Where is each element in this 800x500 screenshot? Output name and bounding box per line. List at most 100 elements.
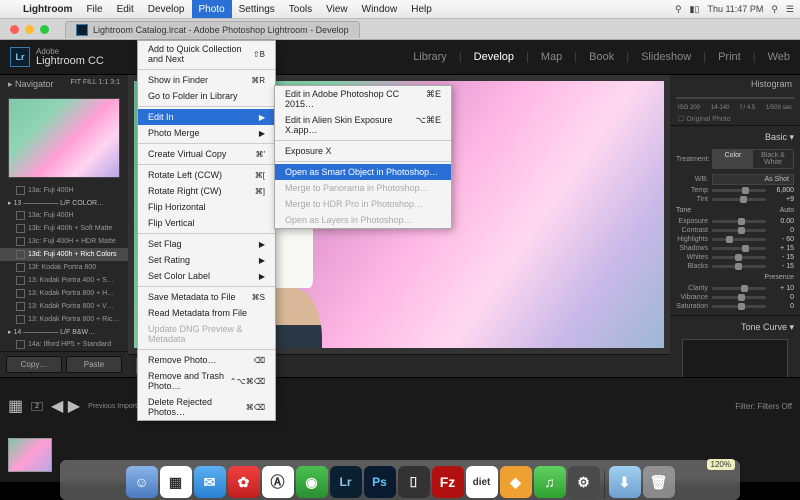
module-print[interactable]: Print	[718, 51, 741, 63]
preset-item[interactable]: ▸ 14 ————— L/F B&W…	[0, 326, 128, 338]
dock-mail[interactable]: ✉	[194, 466, 226, 498]
preset-item[interactable]: 13c: Fuji 400H + HDR Matte	[0, 235, 128, 248]
shadows-slider[interactable]	[712, 247, 766, 250]
second-window-icon[interactable]: 2	[31, 402, 43, 411]
grid-icon[interactable]: ▦	[8, 396, 23, 416]
whites-slider[interactable]	[712, 256, 766, 259]
module-book[interactable]: Book	[589, 51, 614, 63]
dock-finder[interactable]: ☺	[126, 466, 158, 498]
menu-item[interactable]: Add to Quick Collection and Next⇧B	[138, 41, 275, 67]
wb-dropdown[interactable]: As Shot	[712, 174, 794, 185]
preset-item[interactable]: 13b: Fuji 400h + Soft Matte	[0, 222, 128, 235]
notification-icon[interactable]: ☰	[786, 4, 794, 15]
auto-tone-button[interactable]: Auto	[780, 207, 794, 214]
navigator-preview[interactable]	[8, 98, 120, 178]
menu-item[interactable]: Flip Vertical	[138, 215, 275, 231]
dock-messages[interactable]: ◉	[296, 466, 328, 498]
dock-diet[interactable]: diet	[466, 466, 498, 498]
dock-lightroom[interactable]: Lr	[330, 466, 362, 498]
preset-item[interactable]: 13f: Kodak Portra 800	[0, 261, 128, 274]
module-web[interactable]: Web	[768, 51, 790, 63]
menu-item[interactable]: Remove Photo…⌫	[138, 352, 275, 368]
module-map[interactable]: Map	[541, 51, 562, 63]
menu-window[interactable]: Window	[355, 0, 405, 18]
menu-item[interactable]: Create Virtual Copy⌘'	[138, 146, 275, 162]
preset-item[interactable]: 13a: Fuji 400H	[0, 209, 128, 222]
menu-item[interactable]: Flip Horizontal	[138, 199, 275, 215]
tint-slider[interactable]	[712, 198, 766, 201]
treatment-bw[interactable]: Black & White	[753, 150, 793, 168]
dock-photoshop[interactable]: Ps	[364, 466, 396, 498]
tonecurve-title[interactable]: Tone Curve ▾	[676, 320, 794, 335]
dock-appstore[interactable]: Ⓐ	[262, 466, 294, 498]
blacks-slider[interactable]	[712, 265, 766, 268]
module-slideshow[interactable]: Slideshow	[641, 51, 691, 63]
dock-downloads[interactable]: ⬇	[609, 466, 641, 498]
preset-item[interactable]: 13: Kodak Portra 800 + V…	[0, 300, 128, 313]
histogram[interactable]	[676, 97, 794, 99]
menu-item[interactable]: Set Color Label▶	[138, 268, 275, 284]
copy-button[interactable]: Copy…	[6, 356, 62, 373]
module-develop[interactable]: Develop	[474, 51, 514, 63]
menu-develop[interactable]: Develop	[141, 0, 192, 18]
menu-item[interactable]: Rotate Right (CW)⌘]	[138, 183, 275, 199]
submenu-item[interactable]: Exposure X	[275, 143, 451, 159]
menu-item[interactable]: Save Metadata to File⌘S	[138, 289, 275, 305]
paste-button[interactable]: Paste	[66, 356, 122, 373]
preset-item[interactable]: 13: Kodak Portra 400 + S…	[0, 274, 128, 287]
basic-panel-title[interactable]: Basic ▾	[676, 130, 794, 145]
menu-item[interactable]: Set Rating▶	[138, 252, 275, 268]
clarity-slider[interactable]	[712, 287, 766, 290]
submenu-item[interactable]: Edit in Alien Skin Exposure X.app…⌥⌘E	[275, 112, 451, 138]
app-menu[interactable]: Lightroom	[16, 0, 79, 18]
preset-item[interactable]: ▸ 13 ————— L/F COLOR…	[0, 197, 128, 209]
menu-item[interactable]: Show in Finder⌘R	[138, 72, 275, 88]
menu-view[interactable]: View	[319, 0, 355, 18]
contrast-slider[interactable]	[712, 229, 766, 232]
preset-item[interactable]: 13d: Fuji 400h + Rich Colors	[0, 248, 128, 261]
menu-item[interactable]: Go to Folder in Library	[138, 88, 275, 104]
menu-help[interactable]: Help	[404, 0, 439, 18]
dock-filezilla[interactable]: Fz	[432, 466, 464, 498]
dock-trash[interactable]: 🗑	[643, 466, 675, 498]
minimize-button[interactable]	[25, 25, 34, 34]
menu-item[interactable]: Read Metadata from File	[138, 305, 275, 321]
clock[interactable]: Thu 11:47 PM	[707, 4, 763, 14]
temp-slider[interactable]	[712, 189, 766, 192]
menu-tools[interactable]: Tools	[282, 0, 319, 18]
submenu-item[interactable]: Open as Smart Object in Photoshop…	[275, 164, 451, 180]
filter-dropdown[interactable]: Filters Off	[757, 402, 792, 411]
saturation-slider[interactable]	[712, 305, 766, 308]
preset-item[interactable]: 14a: Ilford HP5 + Standard	[0, 338, 128, 351]
spotlight-icon[interactable]: ⚲	[771, 4, 778, 15]
module-library[interactable]: Library	[413, 51, 447, 63]
menu-settings[interactable]: Settings	[232, 0, 282, 18]
dock-photos[interactable]: ✿	[228, 466, 260, 498]
zoom-button[interactable]	[40, 25, 49, 34]
menu-item[interactable]: Rotate Left (CCW)⌘[	[138, 167, 275, 183]
preset-item[interactable]: 13: Kodak Portra 800 + H…	[0, 287, 128, 300]
dock-spotify[interactable]: ♫	[534, 466, 566, 498]
preset-item[interactable]: 13: Kodak Portra 800 + Ric…	[0, 313, 128, 326]
wifi-icon[interactable]: ⚲	[675, 4, 682, 15]
menu-item[interactable]: Set Flag▶	[138, 236, 275, 252]
battery-icon[interactable]: ▮▯	[690, 4, 700, 15]
vibrance-slider[interactable]	[712, 296, 766, 299]
menu-edit[interactable]: Edit	[110, 0, 141, 18]
menu-item[interactable]: Delete Rejected Photos…⌘⌫	[138, 394, 275, 420]
exposure-slider[interactable]	[712, 220, 766, 223]
navigator-title[interactable]: ▸ Navigator	[8, 79, 54, 90]
preset-item[interactable]: 13a: Fuji 400H	[0, 184, 128, 197]
menu-photo[interactable]: Photo	[192, 0, 232, 18]
window-tab[interactable]: Lightroom Catalog.lrcat - Adobe Photosho…	[65, 21, 360, 38]
treatment-color[interactable]: Color	[713, 150, 753, 168]
dock-settings[interactable]: ⚙	[568, 466, 600, 498]
filmstrip-source[interactable]: Previous Import	[88, 403, 137, 410]
close-button[interactable]	[10, 25, 19, 34]
menu-file[interactable]: File	[79, 0, 109, 18]
menu-item[interactable]: Edit In▶	[138, 109, 275, 125]
dock-calendar[interactable]: ▦	[160, 466, 192, 498]
histogram-title[interactable]: Histogram	[751, 79, 792, 89]
dock-terminal[interactable]: ⌷	[398, 466, 430, 498]
menu-item[interactable]: Remove and Trash Photo…⌃⌥⌘⌫	[138, 368, 275, 394]
